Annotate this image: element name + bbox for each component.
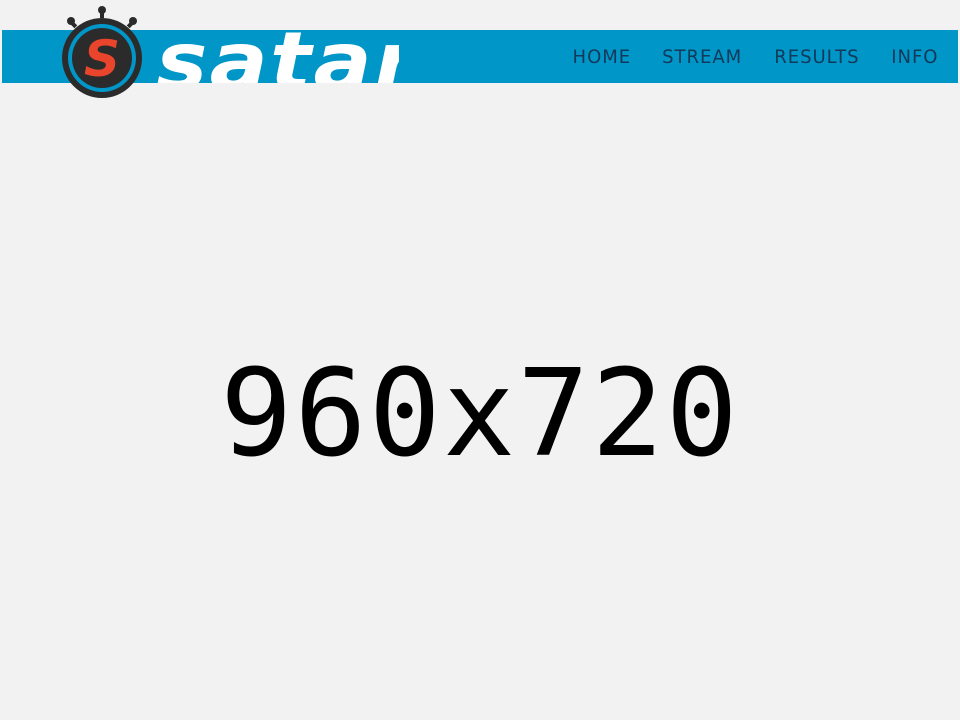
logo-letter: S: [84, 30, 120, 88]
brand-wordmark[interactable]: satar: [156, 30, 399, 83]
nav-info[interactable]: INFO: [892, 46, 939, 68]
nav-home[interactable]: HOME: [572, 46, 631, 68]
nav-stream[interactable]: STREAM: [662, 46, 742, 68]
placeholder-dimensions: 960x720: [220, 345, 740, 484]
nav-results[interactable]: RESULTS: [775, 46, 860, 68]
brand-name: satar: [156, 30, 400, 83]
main-nav: HOME STREAM RESULTS INFO: [571, 30, 940, 83]
stopwatch-logo-icon[interactable]: S: [56, 2, 152, 102]
